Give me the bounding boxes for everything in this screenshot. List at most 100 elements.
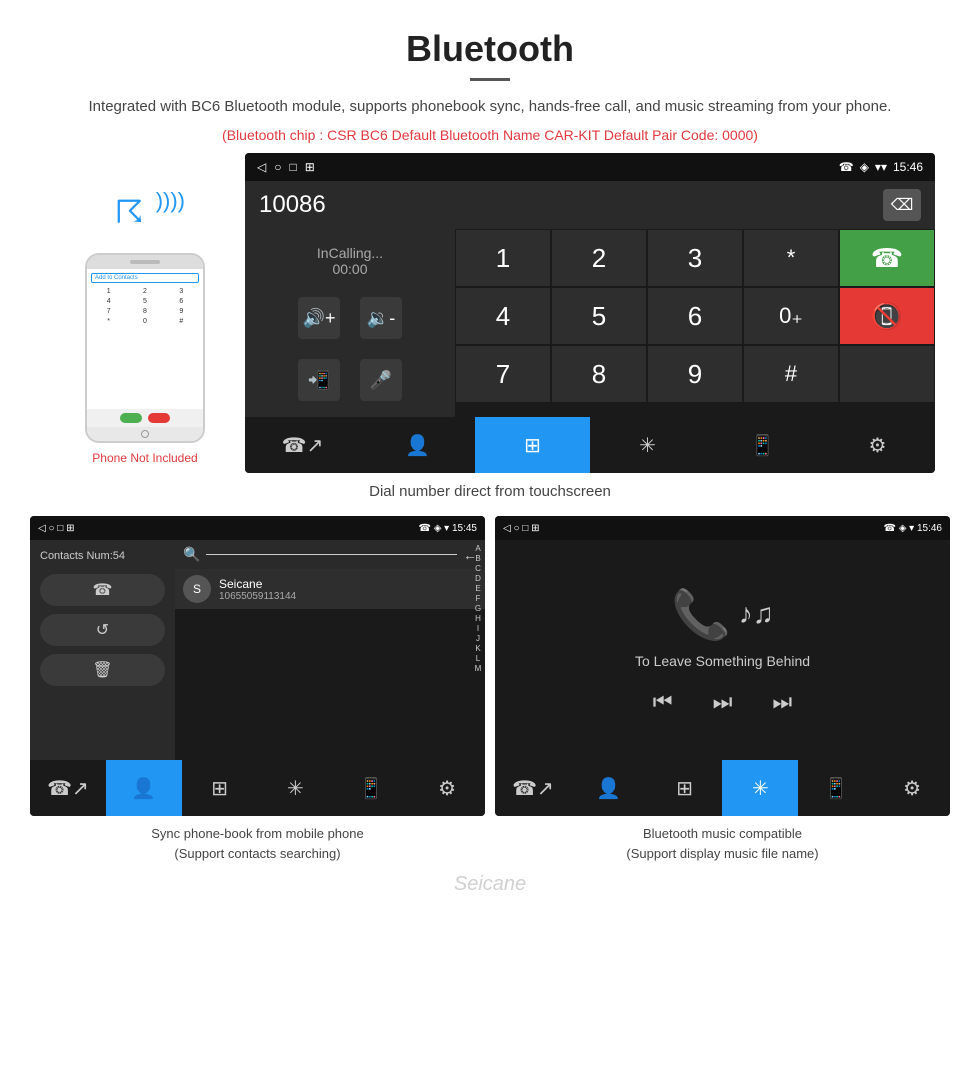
music-nav-dialpad[interactable]: ⊞ — [647, 760, 723, 816]
search-input-line — [206, 554, 457, 555]
nav-dialpad[interactable]: ⊞ — [475, 417, 590, 473]
music-note-icon: ♪♫ — [739, 598, 774, 630]
music-caption-line1: Bluetooth music compatible — [643, 826, 802, 841]
dialpad-grid: 1 2 3 * ☎ 4 5 6 0₊ 📵 7 8 9 # — [455, 229, 935, 403]
music-screen: ◁ ○ □ ⊞ ☎ ◈ ▾ 15:46 📞 ♪♫ To Leave Someth… — [495, 516, 950, 816]
bottom-row: ◁ ○ □ ⊞ ☎ ◈ ▾ 15:45 Contacts Num:54 ☎ ↺ … — [30, 516, 950, 816]
prev-track-button[interactable]: ⏮ — [653, 689, 673, 715]
music-caption-line2: (Support display music file name) — [626, 846, 818, 861]
contacts-nav-contact[interactable]: 👤 — [106, 760, 182, 816]
dial-key-1[interactable]: 1 — [455, 229, 551, 287]
contacts-nav-dialpad[interactable]: ⊞ — [182, 760, 258, 816]
dial-key-empty — [839, 345, 935, 403]
mute-button[interactable]: 🎤 — [360, 359, 402, 401]
contact-list-item[interactable]: S Seicane 10655059113144 — [175, 569, 485, 609]
call-info: InCalling... 00:00 — [261, 245, 439, 277]
dial-key-2[interactable]: 2 — [551, 229, 647, 287]
volume-up-button[interactable]: 🔊+ — [298, 297, 340, 339]
contacts-caption-line2: (Support contacts searching) — [174, 846, 340, 861]
transfer-button[interactable]: 📲 — [298, 359, 340, 401]
call-timer: 00:00 — [261, 261, 439, 277]
contact-name: Seicane — [219, 577, 296, 591]
dial-main-area: InCalling... 00:00 🔊+ 🔉- 📲 🎤 1 — [245, 229, 935, 417]
contacts-right-panel: 🔍 ← S Seicane 10655059113144 AB CD — [175, 540, 485, 760]
nav-settings[interactable]: ⚙ — [820, 417, 935, 473]
key-2: 2 — [127, 287, 162, 296]
music-nav-call[interactable]: ☎↗ — [495, 760, 571, 816]
contacts-bottom-nav: ☎↗ 👤 ⊞ ✳ 📱 ⚙ — [30, 760, 485, 816]
dial-end-button[interactable]: 📵 — [839, 287, 935, 345]
contacts-screen: ◁ ○ □ ⊞ ☎ ◈ ▾ 15:45 Contacts Num:54 ☎ ↺ … — [30, 516, 485, 816]
bluetooth-icon: ☈ — [115, 193, 144, 231]
status-time: 15:46 — [893, 160, 923, 174]
music-status-bar: ◁ ○ □ ⊞ ☎ ◈ ▾ 15:46 — [495, 516, 950, 540]
phone-call-button[interactable] — [120, 413, 142, 423]
calling-label: InCalling... — [261, 245, 439, 261]
dialed-number: 10086 — [259, 191, 326, 219]
header-specs: (Bluetooth chip : CSR BC6 Default Blueto… — [60, 127, 920, 143]
nav-contact[interactable]: 👤 — [360, 417, 475, 473]
add-contacts-label: Add to Contacts — [91, 273, 199, 283]
contacts-delete-btn[interactable]: 🗑 — [40, 654, 165, 686]
dial-key-3[interactable]: 3 — [647, 229, 743, 287]
phone-end-button[interactable] — [148, 413, 170, 423]
nav-phone-out[interactable]: 📱 — [705, 417, 820, 473]
dial-key-7[interactable]: 7 — [455, 345, 551, 403]
dial-key-4[interactable]: 4 — [455, 287, 551, 345]
dial-key-8[interactable]: 8 — [551, 345, 647, 403]
contacts-sync-btn[interactable]: ↺ — [40, 614, 165, 646]
status-bar-left: ◁ ○ □ ⊞ — [257, 160, 315, 174]
contacts-call-btn[interactable]: ☎ — [40, 574, 165, 606]
next-track-button[interactable]: ⏭ — [772, 689, 792, 715]
watermark: Seicane — [0, 873, 980, 896]
phone-home-bar — [87, 427, 203, 441]
main-content: ☈ )))) Add to Contacts 123 456 789 *0# — [0, 153, 980, 863]
phone-bottom-buttons — [87, 409, 203, 427]
music-nav-bluetooth[interactable]: ✳ — [722, 760, 798, 816]
key-hash: # — [164, 317, 199, 326]
music-nav-phone-out[interactable]: 📱 — [798, 760, 874, 816]
contacts-nav-phone-out[interactable]: 📱 — [333, 760, 409, 816]
number-display: 10086 ⌫ — [245, 181, 935, 229]
nav-bluetooth[interactable]: ✳ — [590, 417, 705, 473]
contacts-caption: Sync phone-book from mobile phone (Suppo… — [30, 824, 485, 863]
dial-key-9[interactable]: 9 — [647, 345, 743, 403]
wifi-waves-icon: )))) — [156, 188, 185, 214]
recents-icon: □ — [289, 160, 296, 174]
home-icon: ○ — [274, 160, 281, 174]
dial-status-bar: ◁ ○ □ ⊞ ☎ ◈ ▾▾ 15:46 — [245, 153, 935, 181]
music-status-left: ◁ ○ □ ⊞ — [503, 523, 539, 534]
music-icon-area: 📞 ♪♫ — [671, 586, 774, 643]
nav-call[interactable]: ☎↗ — [245, 417, 360, 473]
music-nav-settings[interactable]: ⚙ — [874, 760, 950, 816]
delete-button[interactable]: ⌫ — [883, 189, 921, 221]
status-bar-right: ☎ ◈ ▾▾ 15:46 — [839, 160, 923, 174]
call-action-controls: 📲 🎤 — [261, 359, 439, 401]
call-controls: InCalling... 00:00 🔊+ 🔉- 📲 🎤 — [245, 229, 455, 417]
contacts-nav-settings[interactable]: ⚙ — [409, 760, 485, 816]
dial-key-6[interactable]: 6 — [647, 287, 743, 345]
title-divider — [470, 78, 510, 81]
key-8: 8 — [127, 307, 162, 316]
location-icon: ◈ — [860, 160, 869, 174]
key-5: 5 — [127, 297, 162, 306]
dial-key-0plus[interactable]: 0₊ — [743, 287, 839, 345]
contacts-nav-bluetooth[interactable]: ✳ — [257, 760, 333, 816]
phone-icon: 📞 — [671, 586, 731, 643]
contacts-nav-call[interactable]: ☎↗ — [30, 760, 106, 816]
phone-status-icon: ☎ — [839, 160, 854, 174]
dial-bottom-nav: ☎↗ 👤 ⊞ ✳ 📱 ⚙ — [245, 417, 935, 473]
play-pause-button[interactable]: ⏭ — [713, 689, 733, 715]
alpha-list: AB CD EF GH IJ KL M — [471, 540, 485, 760]
dial-key-hash[interactable]: # — [743, 345, 839, 403]
dial-key-5[interactable]: 5 — [551, 287, 647, 345]
dial-call-button[interactable]: ☎ — [839, 229, 935, 287]
music-nav-contact[interactable]: 👤 — [571, 760, 647, 816]
dial-caption: Dial number direct from touchscreen — [369, 483, 611, 500]
dial-key-star[interactable]: * — [743, 229, 839, 287]
contacts-search-bar[interactable]: 🔍 ← — [175, 540, 485, 569]
phone-home-button[interactable] — [141, 430, 149, 438]
volume-down-button[interactable]: 🔉- — [360, 297, 402, 339]
grid-icon: ⊞ — [305, 160, 315, 174]
search-icon: 🔍 — [183, 546, 200, 563]
